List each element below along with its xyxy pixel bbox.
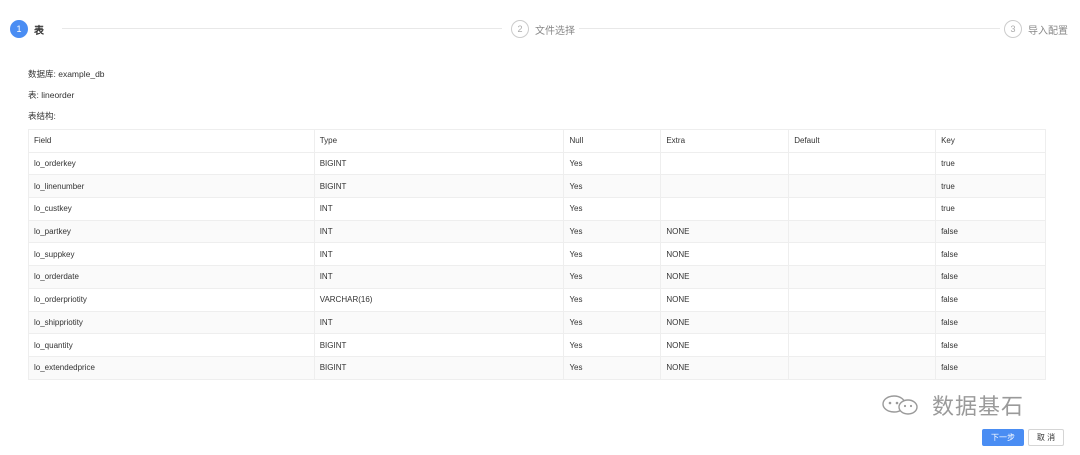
cell-extra: NONE [660, 265, 790, 289]
cell-default [788, 197, 937, 221]
cell-default [788, 174, 937, 199]
cell-default [788, 288, 937, 312]
cell-key: false [935, 220, 1046, 244]
table-row: lo_suppkey INT Yes NONE false [28, 242, 1046, 267]
cell-key: false [935, 242, 1046, 267]
cell-type: INT [314, 311, 565, 335]
step-3-number: 3 [1004, 20, 1022, 38]
table-row: lo_partkey INT Yes NONE false [28, 220, 1046, 244]
cell-field: lo_custkey [28, 197, 315, 221]
cell-default [788, 152, 937, 176]
cell-type: VARCHAR(16) [314, 288, 565, 312]
cell-key: true [935, 174, 1046, 199]
steps-bar: 1 表 2 文件选择 3 导入配置 [10, 18, 1068, 40]
step-2-number: 2 [511, 20, 529, 38]
cell-extra [660, 152, 790, 176]
cell-type: BIGINT [314, 152, 565, 176]
cell-default [788, 311, 937, 335]
cell-default [788, 356, 937, 380]
step-2-title: 文件选择 [535, 25, 575, 37]
cell-null: Yes [563, 265, 662, 289]
cell-field: lo_extendedprice [28, 356, 315, 380]
cell-default [788, 220, 937, 244]
cell-extra [660, 197, 790, 221]
cell-null: Yes [563, 197, 662, 221]
cell-field: lo_partkey [28, 220, 315, 244]
table-row: lo_shippriotity INT Yes NONE false [28, 311, 1046, 335]
table-row: lo_orderdate INT Yes NONE false [28, 265, 1046, 289]
step-3-title: 导入配置 [1028, 25, 1068, 37]
step-3[interactable]: 3 导入配置 [1000, 18, 1068, 40]
cell-type: INT [314, 242, 565, 267]
cell-field: lo_linenumber [28, 174, 315, 199]
cell-key: false [935, 356, 1046, 380]
cell-default [788, 242, 937, 267]
column-header-extra: Extra [660, 129, 790, 153]
step-1-title: 表 [34, 25, 44, 37]
structure-label: 表结构: [28, 111, 56, 121]
cell-null: Yes [563, 242, 662, 267]
column-header-null: Null [563, 129, 662, 153]
step-1[interactable]: 1 表 [10, 18, 44, 40]
cell-key: false [935, 288, 1046, 312]
table-header-row: Field Type Null Extra Default Key [28, 129, 1046, 153]
cell-field: lo_orderkey [28, 152, 315, 176]
watermark: 数据基石 [880, 389, 1024, 421]
database-label: 数据库: example_db [28, 69, 105, 79]
table-row: lo_extendedprice BIGINT Yes NONE false [28, 356, 1046, 380]
cell-field: lo_quantity [28, 333, 315, 357]
table-row: lo_orderpriotity VARCHAR(16) Yes NONE fa… [28, 288, 1046, 312]
cell-null: Yes [563, 311, 662, 335]
cell-key: false [935, 333, 1046, 357]
step-1-number: 1 [10, 20, 28, 38]
table-row: lo_custkey INT Yes true [28, 197, 1046, 221]
table-label: 表: lineorder [28, 90, 75, 100]
table-row: lo_quantity BIGINT Yes NONE false [28, 333, 1046, 357]
cell-type: INT [314, 197, 565, 221]
next-step-button[interactable]: 下一步 [982, 429, 1024, 446]
cell-null: Yes [563, 333, 662, 357]
column-header-key: Key [935, 129, 1046, 153]
cell-field: lo_orderpriotity [28, 288, 315, 312]
cell-null: Yes [563, 288, 662, 312]
column-header-type: Type [314, 129, 565, 153]
cell-null: Yes [563, 174, 662, 199]
column-header-field: Field [28, 129, 315, 153]
cell-null: Yes [563, 356, 662, 380]
cell-key: false [935, 265, 1046, 289]
cancel-button[interactable]: 取 消 [1028, 429, 1064, 446]
cell-default [788, 265, 937, 289]
cell-extra [660, 174, 790, 199]
wechat-icon [882, 395, 918, 415]
step-connector [62, 28, 502, 29]
step-2[interactable]: 2 文件选择 [507, 18, 579, 40]
cell-type: BIGINT [314, 174, 565, 199]
cell-extra: NONE [660, 311, 790, 335]
cell-type: BIGINT [314, 356, 565, 380]
cell-field: lo_orderdate [28, 265, 315, 289]
cell-key: false [935, 311, 1046, 335]
table-row: lo_linenumber BIGINT Yes true [28, 174, 1046, 199]
cell-field: lo_shippriotity [28, 311, 315, 335]
cell-type: INT [314, 220, 565, 244]
cell-field: lo_suppkey [28, 242, 315, 267]
cell-key: true [935, 152, 1046, 176]
cell-type: BIGINT [314, 333, 565, 357]
step-connector [578, 28, 1004, 29]
table-row: lo_orderkey BIGINT Yes true [28, 152, 1046, 176]
cell-extra: NONE [660, 333, 790, 357]
schema-table: Field Type Null Extra Default Key lo_ord… [28, 129, 1046, 380]
cell-default [788, 333, 937, 357]
cell-null: Yes [563, 152, 662, 176]
watermark-text: 数据基石 [932, 395, 1025, 420]
cell-extra: NONE [660, 220, 790, 244]
cell-extra: NONE [660, 356, 790, 380]
cell-extra: NONE [660, 288, 790, 312]
column-header-default: Default [788, 129, 937, 153]
cell-key: true [935, 197, 1046, 221]
cell-null: Yes [563, 220, 662, 244]
cell-type: INT [314, 265, 565, 289]
cell-extra: NONE [660, 242, 790, 267]
